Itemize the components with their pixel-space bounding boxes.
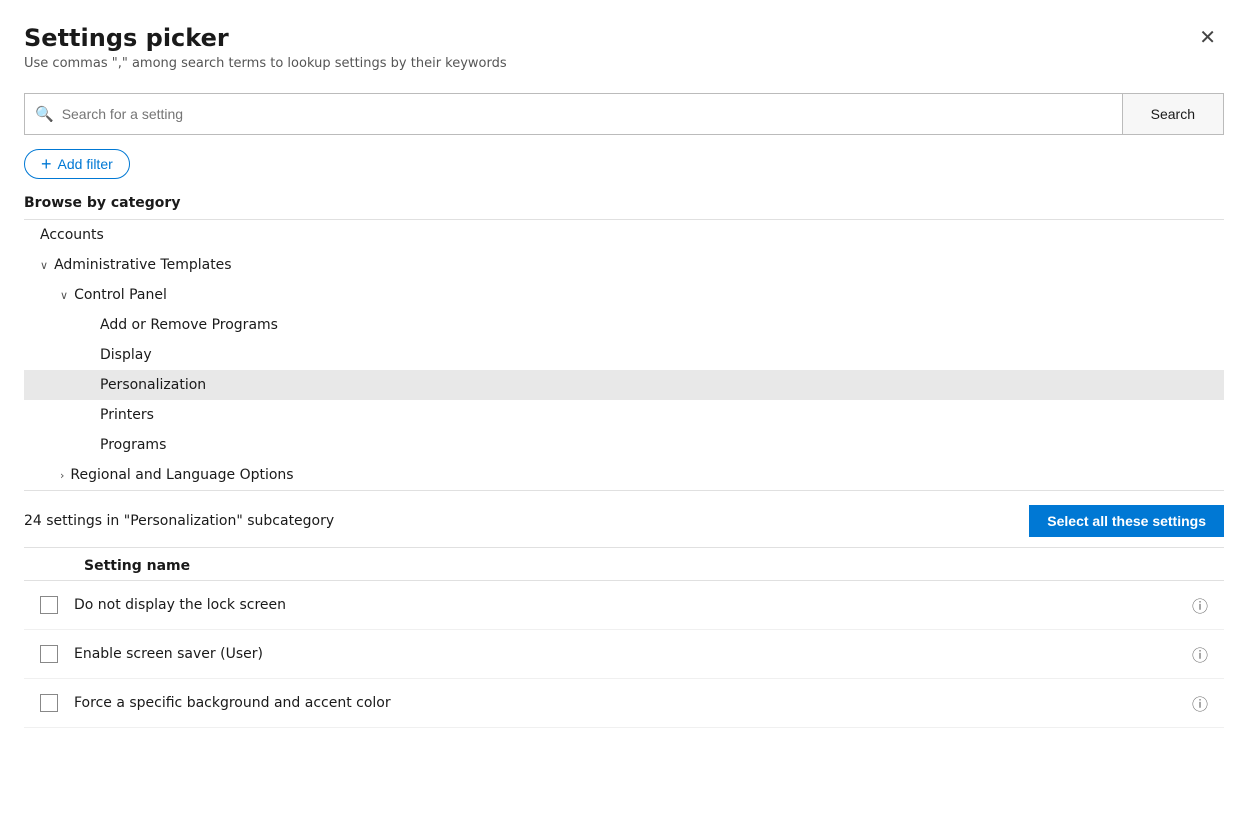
category-item-display[interactable]: Display (24, 340, 1224, 370)
select-all-button[interactable]: Select all these settings (1029, 505, 1224, 537)
category-item-regional[interactable]: › Regional and Language Options (24, 460, 1224, 490)
search-input-wrap: 🔍 (24, 93, 1123, 135)
setting-name-bg-accent: Force a specific background and accent c… (74, 695, 1184, 711)
chevron-control-panel: ∨ (60, 289, 68, 302)
add-filter-button[interactable]: + Add filter (24, 149, 130, 179)
category-item-personalization[interactable]: Personalization (24, 370, 1224, 400)
filter-row: + Add filter (24, 149, 1224, 179)
dialog-title: Settings picker (24, 24, 507, 52)
cat-label-programs: Programs (100, 437, 166, 453)
category-item-add-remove[interactable]: Add or Remove Programs (24, 310, 1224, 340)
browse-label: Browse by category (24, 195, 1224, 211)
dialog-title-block: Settings picker Use commas "," among sea… (24, 24, 507, 71)
setting-row-bg-accent: Force a specific background and accent c… (24, 679, 1224, 728)
search-input[interactable] (62, 96, 1112, 132)
category-item-admin-templates[interactable]: ∨ Administrative Templates (24, 250, 1224, 280)
category-item-accounts[interactable]: Accounts (24, 220, 1224, 250)
cat-label-admin-templates: Administrative Templates (54, 257, 232, 273)
search-icon: 🔍 (35, 105, 54, 123)
cat-label-accounts: Accounts (40, 227, 104, 243)
chevron-admin-templates: ∨ (40, 259, 48, 272)
cat-label-add-remove: Add or Remove Programs (100, 317, 278, 333)
settings-table-header: Setting name (24, 548, 1224, 581)
add-filter-plus-icon: + (41, 155, 52, 173)
info-icon-screen-saver[interactable]: ⓘ (1192, 642, 1208, 666)
close-button[interactable]: ✕ (1191, 24, 1224, 52)
setting-row-screen-saver: Enable screen saver (User) ⓘ (24, 630, 1224, 679)
cat-label-printers: Printers (100, 407, 154, 423)
add-filter-label: Add filter (58, 156, 113, 172)
info-icon-lock-screen[interactable]: ⓘ (1192, 593, 1208, 617)
setting-name-lock-screen: Do not display the lock screen (74, 597, 1184, 613)
cat-label-regional: Regional and Language Options (70, 467, 293, 483)
setting-checkbox-bg-accent[interactable] (40, 694, 58, 712)
chevron-regional: › (60, 469, 64, 482)
bottom-panel: 24 settings in "Personalization" subcate… (24, 491, 1224, 826)
category-item-printers[interactable]: Printers (24, 400, 1224, 430)
cat-label-display: Display (100, 347, 152, 363)
category-list: Accounts ∨ Administrative Templates ∨ Co… (24, 220, 1224, 490)
search-button[interactable]: Search (1123, 93, 1224, 135)
setting-name-screen-saver: Enable screen saver (User) (74, 646, 1184, 662)
settings-count-bar: 24 settings in "Personalization" subcate… (24, 491, 1224, 548)
category-item-control-panel[interactable]: ∨ Control Panel (24, 280, 1224, 310)
settings-column-label: Setting name (24, 558, 190, 574)
settings-list: Do not display the lock screen ⓘ Enable … (24, 581, 1224, 826)
dialog-subtitle: Use commas "," among search terms to loo… (24, 56, 507, 71)
setting-checkbox-screen-saver[interactable] (40, 645, 58, 663)
cat-label-personalization: Personalization (100, 377, 206, 393)
settings-picker-dialog: Settings picker Use commas "," among sea… (0, 0, 1248, 826)
category-list-wrap: Accounts ∨ Administrative Templates ∨ Co… (24, 219, 1224, 491)
settings-count-text: 24 settings in "Personalization" subcate… (24, 513, 334, 529)
setting-checkbox-lock-screen[interactable] (40, 596, 58, 614)
setting-row-lock-screen: Do not display the lock screen ⓘ (24, 581, 1224, 630)
dialog-header: Settings picker Use commas "," among sea… (24, 24, 1224, 71)
cat-label-control-panel: Control Panel (74, 287, 167, 303)
category-item-programs[interactable]: Programs (24, 430, 1224, 460)
search-row: 🔍 Search (24, 93, 1224, 135)
info-icon-bg-accent[interactable]: ⓘ (1192, 691, 1208, 715)
